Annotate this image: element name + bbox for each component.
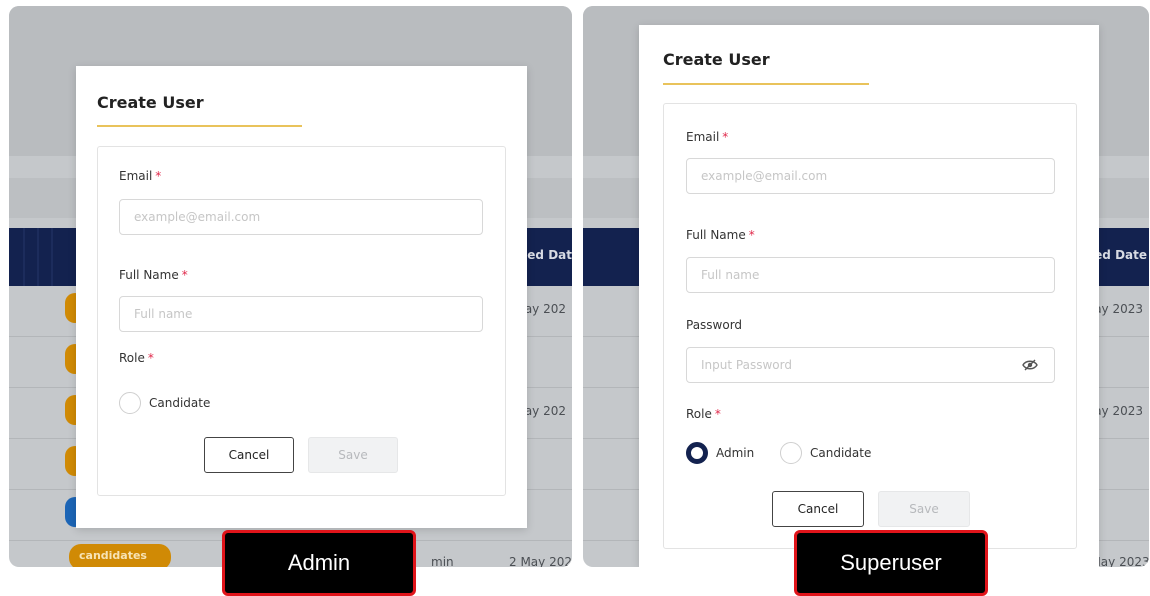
- title-underline: [663, 83, 869, 85]
- fullname-label: Full Name *: [119, 268, 188, 282]
- caption-superuser: Superuser: [794, 530, 988, 596]
- email-label: Email *: [686, 130, 729, 144]
- table-header-modified-date: ied Dat: [523, 248, 572, 262]
- row-date: ay 2023: [1094, 404, 1143, 418]
- table-header-modified-date: ed Date: [1094, 248, 1147, 262]
- form-container: Email* Full Name* Role* Candidate Cancel…: [97, 146, 506, 496]
- table-header-divider: [51, 228, 53, 286]
- role-radio-admin[interactable]: [686, 442, 708, 464]
- table-header-divider: [37, 228, 39, 286]
- role-radio-candidate[interactable]: [780, 442, 802, 464]
- cancel-button[interactable]: Cancel: [204, 437, 294, 473]
- form-container: Email* Full Name* Password Role* Admin C…: [663, 103, 1077, 549]
- role-chip: candidates: [69, 544, 171, 567]
- row-date: ay 2023: [1094, 302, 1143, 316]
- fullname-input[interactable]: [119, 296, 483, 332]
- create-user-modal: Create User Email* Full Name* Password R…: [639, 25, 1099, 567]
- required-marker: *: [181, 268, 188, 282]
- modal-title: Create User: [97, 93, 204, 112]
- role-radio-candidate[interactable]: [119, 392, 141, 414]
- title-underline: [97, 125, 302, 127]
- eye-slash-icon[interactable]: [1022, 359, 1038, 371]
- caption-admin: Admin: [222, 530, 416, 596]
- password-label: Password: [686, 318, 743, 332]
- modal-title: Create User: [663, 50, 770, 69]
- required-marker: *: [147, 351, 154, 365]
- role-option-candidate-label: Candidate: [149, 396, 211, 410]
- required-marker: *: [155, 169, 162, 183]
- role-option-admin-label: Admin: [716, 446, 755, 460]
- save-button[interactable]: Save: [308, 437, 398, 473]
- fullname-input[interactable]: [686, 257, 1055, 293]
- role-label: Role *: [119, 351, 154, 365]
- superuser-screenshot-panel: ed Date ay 2023 ay 2023 candidates min 2…: [583, 6, 1149, 567]
- row-date: 2 May 202: [509, 555, 572, 567]
- role-label: Role *: [686, 407, 721, 421]
- admin-screenshot-panel: ied Dat May 202 May 202 candidates min 2…: [9, 6, 572, 567]
- required-marker: *: [748, 228, 755, 242]
- required-marker: *: [722, 130, 729, 144]
- row-role-text: min: [431, 555, 454, 567]
- required-marker: *: [714, 407, 721, 421]
- table-header-divider: [23, 228, 25, 286]
- cancel-button[interactable]: Cancel: [772, 491, 864, 527]
- email-label: Email *: [119, 169, 162, 183]
- password-input[interactable]: [686, 347, 1055, 383]
- email-input[interactable]: [686, 158, 1055, 194]
- role-option-candidate-label: Candidate: [810, 446, 872, 460]
- email-input[interactable]: [119, 199, 483, 235]
- create-user-modal: Create User Email* Full Name* Role* Cand…: [76, 66, 527, 528]
- fullname-label: Full Name *: [686, 228, 755, 242]
- save-button[interactable]: Save: [878, 491, 970, 527]
